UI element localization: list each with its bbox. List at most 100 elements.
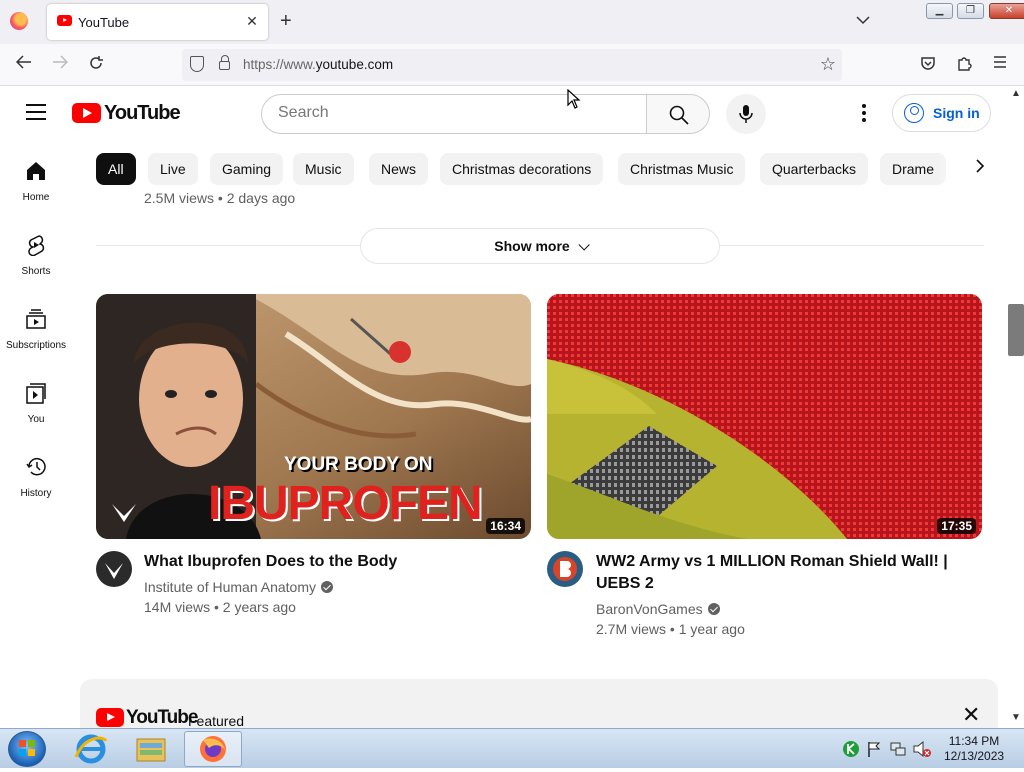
navigation-toolbar: https://www.youtube.com ☆ (0, 44, 1024, 86)
chip-live[interactable]: Live (148, 153, 198, 185)
channel-avatar[interactable] (547, 551, 583, 587)
tab-list-button[interactable] (856, 12, 870, 28)
channel-name[interactable]: Institute of Human Anatomy (144, 579, 333, 595)
guide-menu-icon[interactable] (26, 104, 46, 120)
system-clock[interactable]: 11:34 PM 12/13/2023 (944, 734, 1004, 764)
video-duration: 16:34 (486, 518, 525, 534)
search-button[interactable] (646, 94, 710, 134)
guide-item-shorts[interactable]: Shorts (0, 216, 72, 290)
pocket-icon[interactable] (918, 55, 938, 76)
chip-gaming[interactable]: Gaming (210, 153, 284, 185)
verified-badge-icon (320, 581, 333, 593)
guide-label: Home (22, 192, 50, 203)
chip-christmas-music[interactable]: Christmas Music (618, 153, 746, 185)
restore-button[interactable]: ❐ (957, 3, 984, 19)
action-center-flag-icon[interactable] (866, 740, 882, 758)
youtube-logo-icon (96, 708, 124, 727)
sign-in-button[interactable]: Sign in (892, 94, 991, 132)
channel-avatar[interactable] (96, 551, 132, 587)
scroll-up-icon[interactable]: ▲ (1011, 88, 1021, 99)
url-text[interactable]: https://www.youtube.com (243, 57, 393, 72)
guide-item-you[interactable]: You (0, 364, 72, 438)
filter-chip-bar: All Live Gaming Music News Christmas dec… (96, 153, 1000, 185)
start-button[interactable] (8, 731, 46, 767)
bookmark-star-icon[interactable]: ☆ (820, 54, 836, 75)
tab-title: YouTube (78, 15, 130, 30)
security-tray-icon[interactable] (842, 740, 860, 758)
video-meta: 14M views • 2 years ago (144, 599, 296, 615)
extensions-icon[interactable] (954, 55, 974, 76)
show-more-label: Show more (494, 238, 570, 254)
tracking-protection-shield-icon[interactable] (190, 56, 204, 72)
guide-item-history[interactable]: History (0, 438, 72, 512)
forward-icon[interactable] (50, 55, 70, 74)
previous-video-meta: 2.5M views • 2 days ago (144, 190, 296, 206)
account-icon (904, 103, 924, 123)
back-icon[interactable] (14, 55, 34, 74)
voice-search-button[interactable] (726, 94, 766, 134)
lock-icon[interactable] (219, 55, 230, 70)
video-title[interactable]: WW2 Army vs 1 MILLION Roman Shield Wall!… (596, 551, 976, 595)
featured-shelf: YouTube Featured ✕ (80, 679, 998, 729)
guide-item-home[interactable]: Home (0, 142, 72, 216)
chip-quarterbacks[interactable]: Quarterbacks (760, 153, 869, 185)
chip-all[interactable]: All (96, 153, 136, 185)
channel-name-text: BaronVonGames (596, 601, 703, 617)
video-thumbnail-image (547, 294, 982, 539)
new-tab-button[interactable]: + (280, 10, 292, 32)
search-box[interactable] (261, 94, 647, 134)
thumbnail-text-bottom: IBUPROFEN (208, 477, 483, 530)
guide-item-subscriptions[interactable]: Subscriptions (0, 290, 72, 364)
video-meta: 2.7M views • 1 year ago (596, 621, 745, 637)
firefox-icon[interactable] (10, 12, 28, 30)
history-icon (26, 458, 46, 476)
you-icon (26, 383, 46, 404)
network-icon[interactable] (889, 740, 907, 758)
home-icon (27, 162, 45, 180)
app-menu-icon[interactable] (990, 55, 1010, 73)
youtube-wordmark[interactable]: YouTube (104, 102, 181, 125)
chevron-down-icon (578, 239, 590, 251)
subscriptions-icon (26, 309, 46, 329)
youtube-favicon-icon (57, 15, 72, 26)
video-thumbnail[interactable]: YOUR BODY ON IBUPROFEN 16:34 (96, 294, 531, 539)
youtube-logo-icon[interactable] (72, 103, 101, 123)
sign-in-label: Sign in (933, 105, 980, 121)
video-thumbnail[interactable]: 17:35 (547, 294, 982, 539)
mouse-cursor-icon (567, 89, 581, 109)
windows-taskbar: 11:34 PM 12/13/2023 (0, 728, 1024, 768)
guide-label: History (20, 488, 52, 499)
volume-muted-icon[interactable] (912, 740, 932, 758)
close-icon[interactable]: ✕ (962, 704, 980, 726)
mini-guide: Home Shorts Subscriptions You History (0, 142, 72, 728)
page-scrollbar[interactable]: ▲ ▼ (1008, 86, 1024, 728)
channel-name[interactable]: BaronVonGames (596, 601, 720, 617)
internet-explorer-icon[interactable] (62, 731, 120, 767)
scrollbar-thumb[interactable] (1008, 304, 1024, 356)
reload-icon[interactable] (86, 55, 106, 76)
close-window-button[interactable]: ✕ (989, 3, 1024, 19)
guide-label: Subscriptions (5, 340, 67, 351)
file-explorer-icon[interactable] (122, 731, 180, 767)
clock-date: 12/13/2023 (944, 749, 1005, 763)
video-duration: 17:35 (937, 518, 976, 534)
tab-close-icon[interactable]: ✕ (243, 12, 261, 30)
microphone-icon (739, 105, 753, 123)
chip-music[interactable]: Music (293, 153, 354, 185)
scroll-down-icon[interactable]: ▼ (1011, 712, 1021, 723)
firefox-taskbar-icon[interactable] (184, 731, 242, 767)
chips-next-icon[interactable] (968, 157, 992, 181)
chip-news[interactable]: News (369, 153, 429, 185)
chip-christmas-decorations[interactable]: Christmas decorations (440, 153, 604, 185)
browser-tab[interactable]: YouTube ✕ (47, 4, 268, 40)
featured-wordmark: YouTube (126, 707, 198, 728)
divider (96, 245, 360, 246)
settings-more-icon[interactable] (856, 104, 872, 124)
youtube-header: YouTube Sign in (0, 86, 1008, 142)
clock-time: 11:34 PM (948, 734, 1000, 748)
guide-label: Shorts (21, 266, 51, 277)
minimize-button[interactable]: ▁ (926, 3, 953, 19)
address-bar[interactable]: https://www.youtube.com ☆ (182, 49, 842, 81)
video-title[interactable]: What Ibuprofen Does to the Body (144, 551, 524, 573)
show-more-button[interactable]: Show more (360, 228, 720, 264)
